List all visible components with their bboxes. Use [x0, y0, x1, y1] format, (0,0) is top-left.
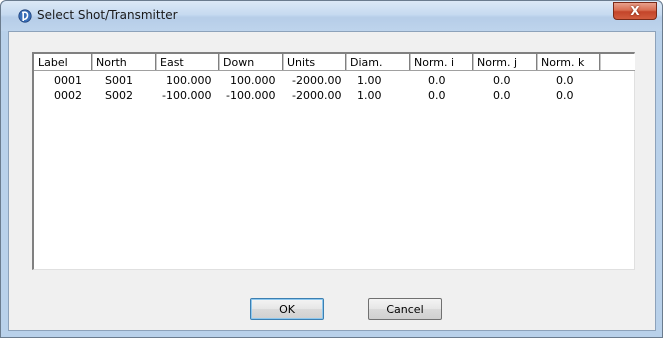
cell-units: -2000.00 — [292, 74, 342, 87]
column-header-units[interactable]: Units — [283, 54, 346, 70]
cell-diam: 1.00 — [357, 74, 382, 87]
window-title: Select Shot/Transmitter — [37, 8, 178, 22]
column-header-diam[interactable]: Diam. — [346, 54, 410, 70]
cell-norm-j: 0.0 — [493, 74, 511, 87]
column-header-label[interactable]: Label — [34, 54, 92, 70]
title-bar[interactable]: Select Shot/Transmitter X — [1, 1, 662, 31]
ok-button[interactable]: OK — [250, 298, 324, 320]
cell-norm-k: 0.0 — [556, 89, 574, 102]
close-button[interactable]: X — [613, 2, 657, 20]
cell-norm-i: 0.0 — [428, 89, 446, 102]
column-header-norm-k[interactable]: Norm. k — [537, 54, 600, 70]
column-header-norm-i[interactable]: Norm. i — [410, 54, 473, 70]
cell-norm-k: 0.0 — [556, 74, 574, 87]
column-header-east[interactable]: East — [156, 54, 219, 70]
list-header: Label North East Down Units Diam. Norm. … — [34, 54, 635, 71]
close-icon: X — [630, 4, 640, 18]
table-row[interactable]: 0001 S001 100.000 100.000 -2000.00 1.00 … — [34, 74, 635, 89]
cell-north: S002 — [105, 89, 133, 102]
column-header-norm-j[interactable]: Norm. j — [473, 54, 537, 70]
cancel-button[interactable]: Cancel — [368, 298, 442, 320]
dialog-window: Select Shot/Transmitter X Label North Ea… — [0, 0, 663, 338]
shot-list[interactable]: Label North East Down Units Diam. Norm. … — [32, 52, 635, 270]
cell-label: 0002 — [54, 89, 82, 102]
cell-east: 100.000 — [166, 74, 212, 87]
cell-east: -100.000 — [162, 89, 212, 102]
cell-units: -2000.00 — [292, 89, 342, 102]
cell-down: -100.000 — [226, 89, 276, 102]
cell-label: 0001 — [54, 74, 82, 87]
cell-diam: 1.00 — [357, 89, 382, 102]
cell-down: 100.000 — [230, 74, 276, 87]
dialog-body: Label North East Down Units Diam. Norm. … — [8, 31, 656, 331]
cell-norm-i: 0.0 — [428, 74, 446, 87]
cell-north: S001 — [105, 74, 133, 87]
cell-norm-j: 0.0 — [493, 89, 511, 102]
column-header-down[interactable]: Down — [219, 54, 283, 70]
column-header-north[interactable]: North — [92, 54, 156, 70]
table-row[interactable]: 0002 S002 -100.000 -100.000 -2000.00 1.0… — [34, 89, 635, 104]
app-logo-icon — [18, 9, 32, 23]
